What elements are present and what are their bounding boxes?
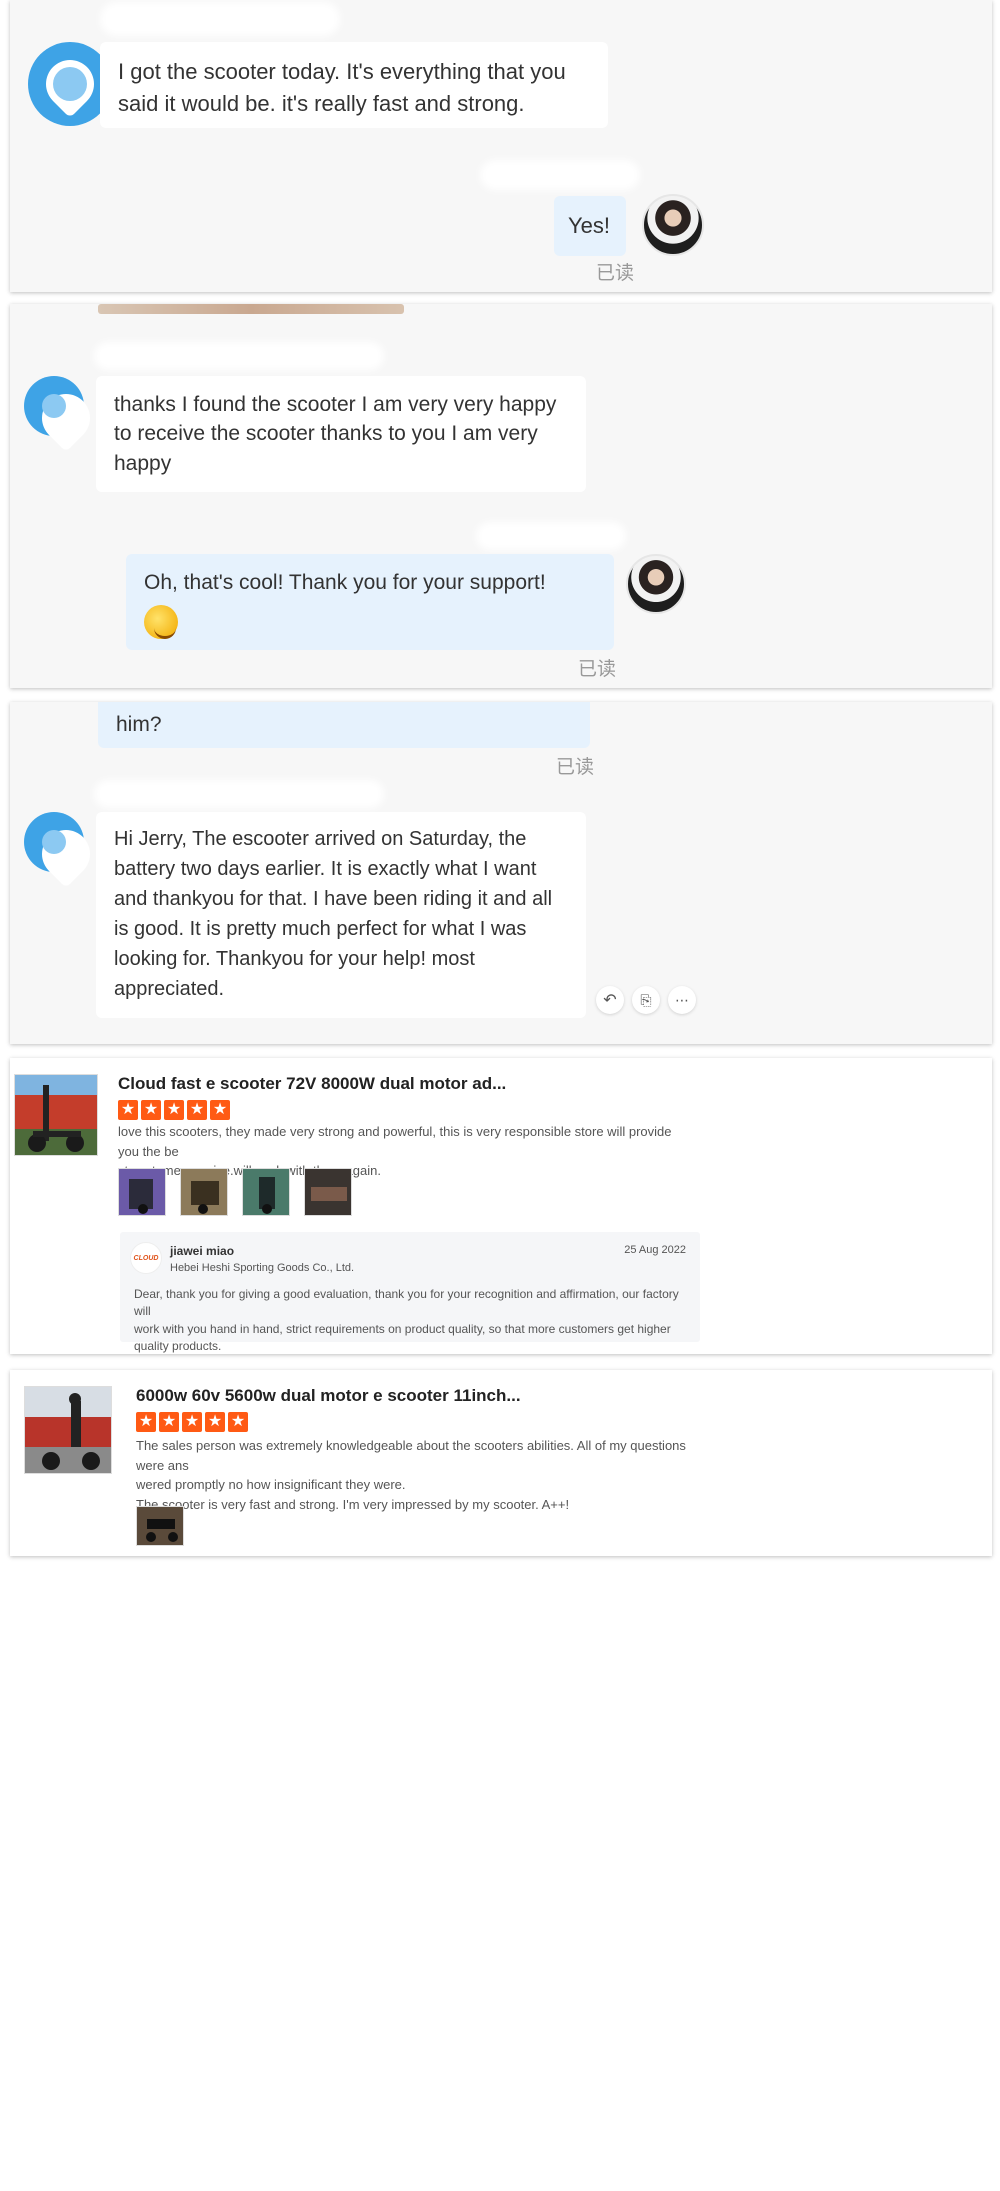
message-line-3: happy <box>114 451 172 475</box>
seller-name: jiawei miao <box>170 1244 235 1258</box>
message-line-1: Hi Jerry, The escooter arrived on Saturd… <box>114 828 527 850</box>
redacted-header <box>94 342 384 370</box>
redacted-header <box>100 2 340 36</box>
star-icon: ★ <box>205 1412 225 1432</box>
buyer-message-text: I got the scooter today. It's everything… <box>118 59 566 116</box>
chat-panel-2: thanks I found the scooter I am very ver… <box>10 304 992 688</box>
reply-text: Dear, thank you for giving a good evalua… <box>134 1287 679 1354</box>
message-line-2: battery two days earlier. It is exactly … <box>114 858 537 880</box>
message-line-4: is good. It is pretty much perfect for w… <box>114 918 527 940</box>
read-status: 已读 <box>596 263 635 284</box>
star-icon: ★ <box>141 1100 161 1120</box>
more-icon[interactable]: ⋯ <box>668 986 696 1014</box>
message-line-3: and thankyou for that. I have been ridin… <box>114 888 553 910</box>
message-actions: ↶ ⎘ ⋯ <box>596 986 696 1014</box>
scooter-image <box>25 1387 111 1473</box>
reply-icon[interactable]: ↶ <box>596 986 624 1014</box>
review-photo-4[interactable] <box>304 1168 352 1216</box>
review-photo-3[interactable] <box>242 1168 290 1216</box>
star-icon: ★ <box>164 1100 184 1120</box>
seller-reply-box: CLOUD jiawei miao Hebei Heshi Sporting G… <box>120 1232 700 1353</box>
star-icon: ★ <box>159 1412 179 1432</box>
review-card-2: 6000w 60v 5600w dual motor e scooter 11i… <box>10 1370 992 1556</box>
seller-reply: Yes! <box>554 196 626 256</box>
translate-icon[interactable]: ⎘ <box>632 986 660 1014</box>
star-rating: ★ ★ ★ ★ ★ <box>118 1100 230 1120</box>
star-icon: ★ <box>210 1100 230 1120</box>
star-rating: ★ ★ ★ ★ ★ <box>136 1412 248 1432</box>
chat-panel-1: I got the scooter today. It's everything… <box>10 0 992 292</box>
scooter-image <box>15 1075 97 1155</box>
seller-company: Hebei Heshi Sporting Goods Co., Ltd. <box>170 1262 355 1274</box>
redacted-timestamp <box>480 160 640 190</box>
buyer-message: Hi Jerry, The escooter arrived on Saturd… <box>96 812 586 1018</box>
decorative-bar <box>98 304 404 314</box>
read-status: 已读 <box>556 757 595 778</box>
message-line-6: appreciated. <box>114 978 225 1000</box>
message-line-5: looking for. Thankyou for your help! mos… <box>114 948 475 970</box>
redacted-timestamp <box>476 522 626 550</box>
message-line-2: to receive the scooter thanks to you I a… <box>114 422 538 446</box>
seller-avatar <box>642 194 704 256</box>
buyer-avatar <box>24 376 84 436</box>
product-title[interactable]: 6000w 60v 5600w dual motor e scooter 11i… <box>136 1386 521 1406</box>
review-photo-1[interactable] <box>136 1506 184 1546</box>
read-status: 已读 <box>578 659 617 680</box>
star-icon: ★ <box>228 1412 248 1432</box>
product-title[interactable]: Cloud fast e scooter 72V 8000W dual moto… <box>118 1074 506 1094</box>
seller-logo: CLOUD <box>130 1242 162 1274</box>
previous-message: him? <box>98 702 590 748</box>
product-thumbnail[interactable] <box>24 1386 112 1474</box>
star-icon: ★ <box>187 1100 207 1120</box>
star-icon: ★ <box>182 1412 202 1432</box>
redacted-header <box>94 780 384 808</box>
reply-date: 25 Aug 2022 <box>624 1244 686 1256</box>
buyer-message: I got the scooter today. It's everything… <box>100 42 608 128</box>
grinning-emoji-icon <box>144 605 178 640</box>
star-icon: ★ <box>118 1100 138 1120</box>
message-line-1: thanks I found the scooter I am very ver… <box>114 393 557 416</box>
seller-reply: Oh, that's cool! Thank you for your supp… <box>126 554 614 650</box>
review-card-1: Cloud fast e scooter 72V 8000W dual moto… <box>10 1058 992 1354</box>
review-photo-1[interactable] <box>118 1168 166 1216</box>
seller-avatar <box>626 554 686 614</box>
review-photo-2[interactable] <box>180 1168 228 1216</box>
seller-reply-text: Yes! <box>568 213 611 238</box>
buyer-avatar <box>24 812 84 872</box>
seller-reply-text: Oh, that's cool! Thank you for your supp… <box>144 571 546 594</box>
product-thumbnail[interactable] <box>14 1074 98 1156</box>
star-icon: ★ <box>136 1412 156 1432</box>
previous-message-text: him? <box>116 713 162 736</box>
buyer-message: thanks I found the scooter I am very ver… <box>96 376 586 492</box>
review-text: The sales person was extremely knowledge… <box>136 1438 686 1512</box>
chat-panel-3: him? 已读 Hi Jerry, The escooter arrived o… <box>10 702 992 1044</box>
